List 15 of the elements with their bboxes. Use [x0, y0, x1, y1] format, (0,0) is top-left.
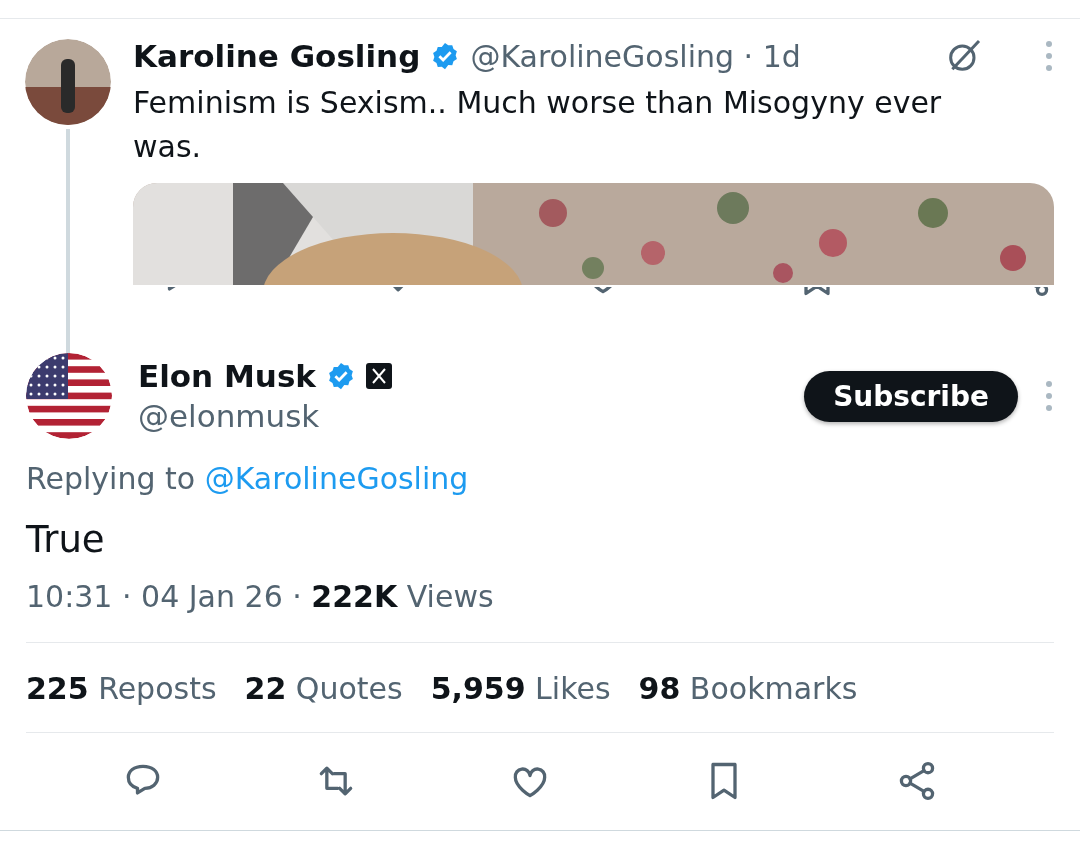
timestamp-views: 10:31 · 04 Jan 26 · 222K Views: [26, 579, 495, 614]
author-handle[interactable]: @KarolineGosling · 1d: [470, 38, 801, 74]
replying-to-text: Replying to @KarolineGosling: [26, 461, 470, 496]
avatar[interactable]: [25, 39, 111, 125]
author-handle[interactable]: @elonmusk: [138, 398, 779, 434]
author-name[interactable]: Elon Musk: [138, 358, 316, 394]
tweet-text: Feminism is Sexism.. Much worse than Misogyny ever was.: [133, 84, 943, 166]
engagement-stat[interactable]: 5,959 Likes: [430, 671, 611, 706]
engagement-stat[interactable]: 22 Quotes: [244, 671, 403, 706]
avatar[interactable]: [26, 353, 112, 439]
author-name[interactable]: Karoline Gosling: [133, 38, 421, 74]
tweet-text: True: [26, 518, 106, 561]
subscribe-button[interactable]: Subscribe: [804, 370, 1018, 422]
engagement-stat[interactable]: 98 Bookmarks: [638, 671, 858, 706]
engagement-stat[interactable]: 225 Reposts: [26, 671, 217, 706]
